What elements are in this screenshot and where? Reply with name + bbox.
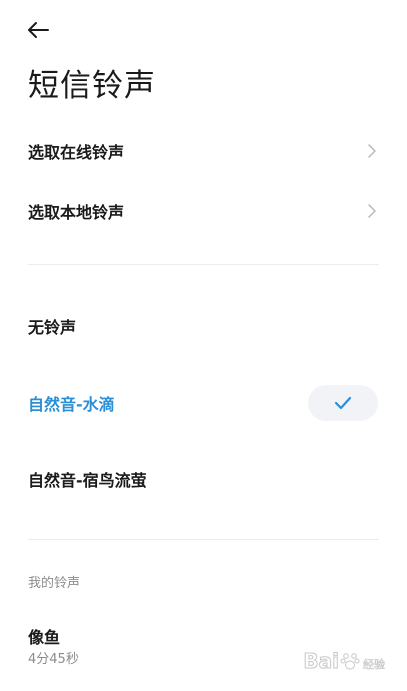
select-online-ringtone-row[interactable]: 选取在线铃声 [0, 126, 407, 176]
divider [28, 539, 379, 540]
ringtone-label: 无铃声 [28, 318, 77, 337]
select-local-ringtone-label: 选取本地铃声 [28, 203, 125, 222]
ringtone-label: 自然音-宿鸟流萤 [28, 471, 147, 490]
song-title: 像鱼 [28, 628, 61, 647]
page-title: 短信铃声 [28, 68, 156, 104]
chevron-right-icon [368, 204, 376, 218]
back-button[interactable] [26, 16, 58, 44]
ringtone-label-selected: 自然音-水滴 [28, 395, 115, 414]
watermark-text: Bai [303, 649, 340, 674]
song-duration: 4分45秒 [28, 652, 79, 667]
ringtone-item-none[interactable]: 无铃声 [0, 299, 407, 353]
selected-indicator [308, 385, 378, 421]
baidu-watermark: Bai 经验 [303, 649, 386, 674]
select-online-ringtone-label: 选取在线铃声 [28, 143, 125, 162]
check-icon [334, 396, 352, 410]
ringtone-item-water-drop[interactable]: 自然音-水滴 [0, 376, 407, 430]
divider [28, 264, 379, 265]
paw-logo-icon [340, 653, 360, 670]
arrow-left-icon [28, 22, 49, 38]
watermark-suffix: 经验 [363, 658, 386, 672]
my-ringtones-header: 我的铃声 [28, 576, 81, 591]
chevron-right-icon [368, 144, 376, 158]
select-local-ringtone-row[interactable]: 选取本地铃声 [0, 186, 407, 236]
ringtone-item-birds-fireflies[interactable]: 自然音-宿鸟流萤 [0, 452, 407, 506]
